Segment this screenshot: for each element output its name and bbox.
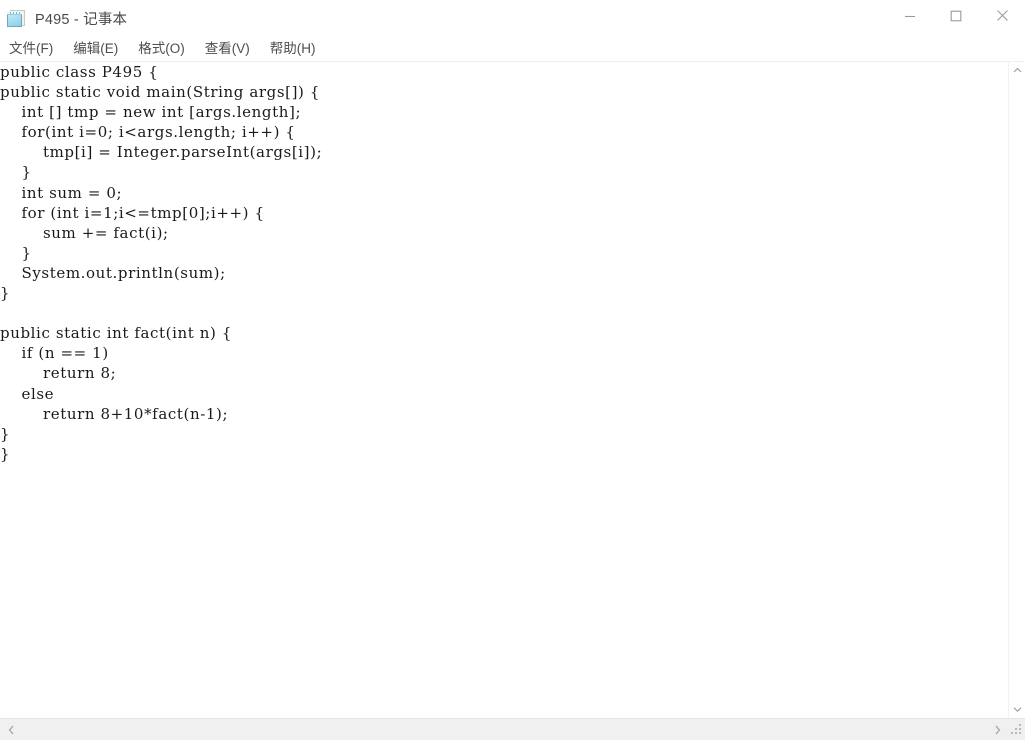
minimize-button[interactable] [887,0,933,31]
vertical-scroll-track[interactable] [1009,79,1025,701]
resize-grip-icon[interactable] [1008,719,1025,740]
close-button[interactable] [979,0,1025,31]
maximize-button[interactable] [933,0,979,31]
menu-bar: 文件(F) 编辑(E) 格式(O) 查看(V) 帮助(H) [0,36,1025,61]
scroll-down-button[interactable] [1009,701,1025,718]
maximize-icon [950,10,962,21]
scroll-left-button[interactable] [0,719,22,740]
notepad-icon [7,9,27,28]
chevron-down-icon [1013,707,1021,713]
notepad-window: P495 - 记事本 文件(F) 编辑(E) 格式(O) 查看(V) 帮助(H)… [0,0,1025,740]
menu-edit[interactable]: 编辑(E) [71,38,127,60]
scroll-up-button[interactable] [1009,62,1025,79]
title-bar-left: P495 - 记事本 [0,8,887,29]
chevron-right-icon [995,725,1000,734]
chevron-left-icon [8,725,13,734]
window-controls [887,0,1025,36]
menu-help[interactable]: 帮助(H) [268,38,325,60]
chevron-up-icon [1013,67,1021,73]
close-icon [996,10,1008,21]
menu-file[interactable]: 文件(F) [7,38,62,60]
content-area: public class P495 { public static void m… [0,62,1025,718]
horizontal-scrollbar[interactable] [0,718,1025,740]
text-editor-area[interactable]: public class P495 { public static void m… [0,62,1008,718]
window-title: P495 - 记事本 [35,11,128,28]
menu-format[interactable]: 格式(O) [136,38,194,60]
editor-text[interactable]: public class P495 { public static void m… [0,62,1008,464]
scroll-right-button[interactable] [986,719,1008,740]
menu-view[interactable]: 查看(V) [203,38,259,60]
horizontal-scroll-track[interactable] [22,719,986,740]
minimize-icon [905,15,915,17]
title-bar[interactable]: P495 - 记事本 [0,0,1025,36]
vertical-scrollbar[interactable] [1008,62,1025,718]
